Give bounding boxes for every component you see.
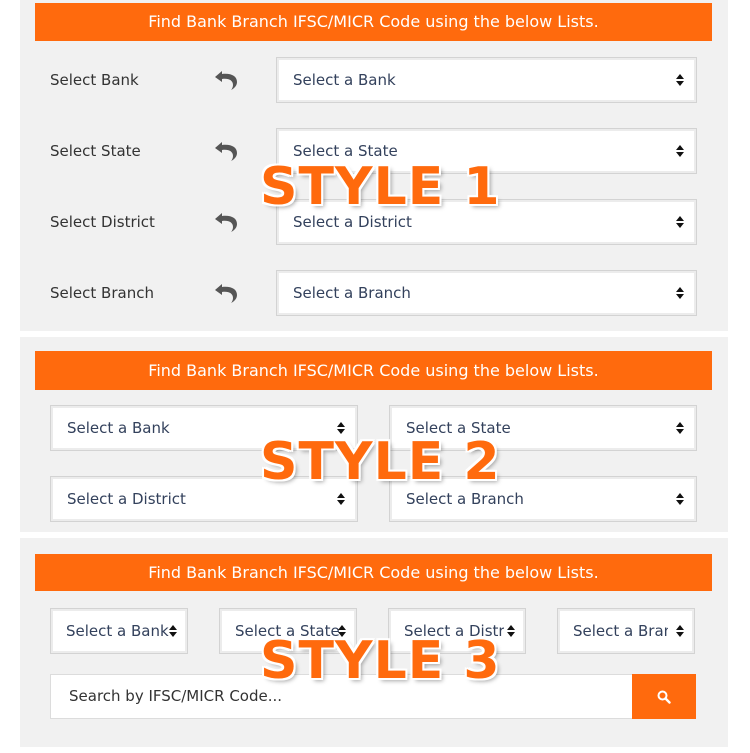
select-bank-label: Select Bank xyxy=(50,71,139,89)
bank-select[interactable]: Select a Bank xyxy=(276,57,697,103)
reset-district-icon[interactable] xyxy=(214,210,240,234)
style2-panel: Find Bank Branch IFSC/MICR Code using th… xyxy=(20,337,728,532)
bank-select-value: Select a Bank xyxy=(66,622,169,640)
reset-branch-icon[interactable] xyxy=(214,281,240,305)
style1-tag: STYLE 1 xyxy=(260,157,501,217)
style2-tag: STYLE 2 xyxy=(260,432,501,492)
branch-select[interactable]: Select a Branch xyxy=(557,608,695,654)
select-caret-icon xyxy=(507,625,515,637)
select-branch-label: Select Branch xyxy=(50,284,154,302)
select-caret-icon xyxy=(169,625,177,637)
select-caret-icon xyxy=(337,493,345,505)
search-button[interactable] xyxy=(632,674,696,719)
bank-select-value: Select a Bank xyxy=(293,71,396,89)
bank-select[interactable]: Select a Bank xyxy=(50,608,188,654)
style2-banner: Find Bank Branch IFSC/MICR Code using th… xyxy=(35,351,712,390)
style1-panel: Find Bank Branch IFSC/MICR Code using th… xyxy=(20,0,728,331)
reset-state-icon[interactable] xyxy=(214,139,240,163)
select-district-label: Select District xyxy=(50,213,155,231)
style3-banner: Find Bank Branch IFSC/MICR Code using th… xyxy=(35,554,712,591)
select-caret-icon xyxy=(676,625,684,637)
search-icon xyxy=(657,690,671,704)
select-state-label: Select State xyxy=(50,142,141,160)
select-caret-icon xyxy=(676,287,684,299)
select-caret-icon xyxy=(676,493,684,505)
select-caret-icon xyxy=(676,216,684,228)
reset-bank-icon[interactable] xyxy=(214,68,240,92)
select-caret-icon xyxy=(676,145,684,157)
style3-tag: STYLE 3 xyxy=(260,631,501,691)
style3-panel: Find Bank Branch IFSC/MICR Code using th… xyxy=(20,538,728,747)
branch-select-value: Select a Branch xyxy=(293,284,411,302)
bank-select-value: Select a Bank xyxy=(67,419,170,437)
branch-select-value: Select a Branch xyxy=(573,622,668,640)
select-caret-icon xyxy=(676,74,684,86)
select-caret-icon xyxy=(676,422,684,434)
branch-select[interactable]: Select a Branch xyxy=(276,270,697,316)
district-select-value: Select a District xyxy=(67,490,186,508)
style1-banner: Find Bank Branch IFSC/MICR Code using th… xyxy=(35,3,712,41)
